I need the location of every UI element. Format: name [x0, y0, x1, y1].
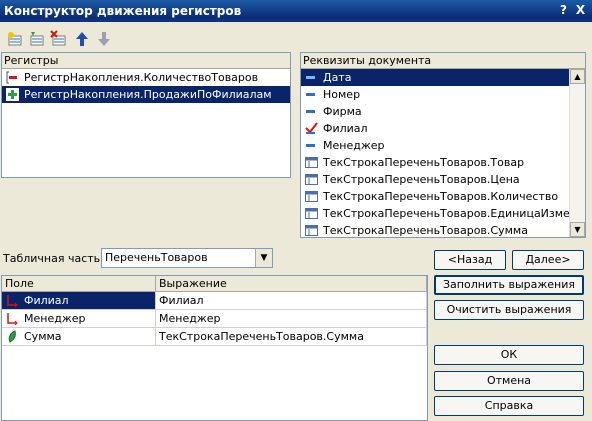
field-label: Менеджер — [24, 312, 86, 325]
resource-icon — [8, 330, 16, 343]
attribute-label: ТекСтрокаПереченьТоваров.Сумма — [323, 224, 528, 237]
register-item-label: РегистрНакопления.КоличествоТоваров — [24, 71, 259, 84]
help-title-button[interactable]: ? — [556, 3, 571, 18]
next-button[interactable]: Далее> — [512, 250, 584, 270]
cancel-button[interactable]: Отмена — [434, 371, 584, 391]
scroll-up-icon[interactable]: ▲ — [570, 69, 585, 84]
ok-button[interactable]: ОК — [434, 345, 584, 365]
expression-cell[interactable]: Филиал — [156, 292, 427, 309]
clear-expressions-button[interactable]: Очистить выражения — [434, 300, 584, 320]
dimension-icon — [7, 313, 18, 325]
table-attribute-icon — [305, 174, 318, 185]
chevron-down-icon[interactable]: ▼ — [255, 249, 272, 267]
field-cell[interactable]: Менеджер — [2, 310, 156, 327]
delete-register-icon[interactable] — [50, 30, 68, 48]
attribute-item[interactable]: Номер — [301, 86, 569, 103]
attribute-icon — [306, 110, 315, 113]
table-attribute-icon — [305, 225, 318, 236]
close-window-button[interactable]: X — [573, 3, 588, 18]
table-row[interactable]: Сумма ТекСтрокаПереченьТоваров.Сумма — [2, 328, 427, 346]
attribute-item[interactable]: ТекСтрокаПереченьТоваров.Количество — [301, 188, 569, 205]
checkmark-attribute-icon — [305, 122, 318, 134]
attribute-icon — [306, 93, 315, 96]
column-header-field: Поле — [2, 276, 156, 291]
register-item-quantity[interactable]: РегистрНакопления.КоличествоТоваров — [2, 69, 290, 86]
field-cell[interactable]: Филиал — [2, 292, 156, 309]
attributes-header: Реквизиты документа — [301, 53, 585, 69]
table-row[interactable]: Филиал Филиал — [2, 292, 427, 310]
help-button[interactable]: Справка — [434, 396, 584, 416]
register-item-label: РегистрНакопления.ПродажиПоФилиалам — [24, 88, 272, 101]
attribute-label: Фирма — [323, 105, 362, 118]
attribute-item[interactable]: Менеджер — [301, 137, 569, 154]
title-bar: Конструктор движения регистров ? X — [0, 0, 592, 22]
attribute-icon — [306, 76, 315, 79]
expression-cell[interactable]: ТекСтрокаПереченьТоваров.Сумма — [156, 328, 427, 345]
add-register-icon[interactable] — [6, 30, 24, 48]
table-attribute-icon — [305, 191, 318, 202]
field-label: Филиал — [24, 294, 69, 307]
window-title: Конструктор движения регистров — [4, 4, 242, 18]
attribute-item[interactable]: Дата — [301, 69, 569, 86]
attribute-item[interactable]: Фирма — [301, 103, 569, 120]
attribute-item[interactable]: Филиал — [301, 120, 569, 137]
attribute-label: Филиал — [323, 122, 368, 135]
move-up-icon[interactable] — [73, 30, 91, 48]
attribute-item[interactable]: ТекСтрокаПереченьТоваров.ЕдиницаИзмерен.… — [301, 205, 585, 222]
document-attributes-panel: Реквизиты документа Дата Номер Фирма Фил… — [300, 52, 586, 238]
attribute-label: Дата — [323, 71, 352, 84]
attribute-item[interactable]: ТекСтрокаПереченьТоваров.Товар — [301, 154, 569, 171]
attribute-item[interactable]: ТекСтрокаПереченьТоваров.Цена — [301, 171, 569, 188]
back-button[interactable]: <Назад — [434, 250, 506, 270]
attribute-label: ТекСтрокаПереченьТоваров.Цена — [323, 173, 520, 186]
tabular-part-select[interactable]: ПереченьТоваров ▼ — [101, 248, 273, 268]
fields-grid: Поле Выражение Филиал Филиал Менеджер Ме… — [1, 275, 428, 421]
dimension-icon — [7, 295, 18, 307]
attribute-label: Номер — [323, 88, 361, 101]
register-item-sales[interactable]: РегистрНакопления.ПродажиПоФилиалам — [2, 86, 290, 103]
column-header-expression: Выражение — [156, 276, 427, 291]
registers-panel: Регистры РегистрНакопления.КоличествоТов… — [1, 52, 291, 178]
tabular-part-value: ПереченьТоваров — [105, 251, 208, 264]
table-row[interactable]: Менеджер Менеджер — [2, 310, 427, 328]
scroll-down-icon[interactable]: ▼ — [570, 222, 585, 237]
move-down-icon[interactable] — [95, 30, 113, 48]
field-label: Сумма — [24, 330, 62, 343]
attributes-scrollbar[interactable]: ▲ ▼ — [569, 69, 585, 237]
expression-cell[interactable]: Менеджер — [156, 310, 427, 327]
fill-expressions-button[interactable]: Заполнить выражения — [434, 275, 584, 295]
table-attribute-icon — [305, 157, 318, 168]
table-attribute-icon — [305, 208, 318, 219]
attribute-item[interactable]: ТекСтрокаПереченьТоваров.Сумма — [301, 222, 569, 237]
add-register-alt-icon[interactable] — [28, 30, 46, 48]
field-cell[interactable]: Сумма — [2, 328, 156, 345]
tabular-part-label: Табличная часть: — [3, 252, 104, 265]
attribute-label: Менеджер — [323, 139, 385, 152]
accumulation-register-minus-icon — [6, 71, 17, 84]
attribute-label: ТекСтрокаПереченьТоваров.ЕдиницаИзмерен.… — [323, 207, 586, 220]
attribute-icon — [306, 144, 315, 147]
accumulation-register-plus-icon — [6, 88, 19, 101]
attribute-label: ТекСтрокаПереченьТоваров.Товар — [323, 156, 525, 169]
registers-header: Регистры — [2, 53, 290, 69]
attribute-label: ТекСтрокаПереченьТоваров.Количество — [323, 190, 559, 203]
grid-header: Поле Выражение — [2, 276, 427, 292]
